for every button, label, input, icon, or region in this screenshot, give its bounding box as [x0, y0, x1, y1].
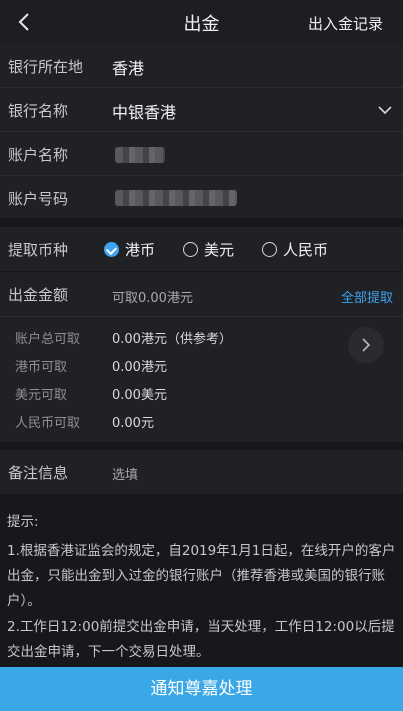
available-detail-button[interactable] — [348, 327, 384, 363]
tips-title: 提示: — [7, 514, 39, 530]
account-name-row: 账户名称 — [0, 132, 403, 176]
bank-name-label: 银行名称 — [8, 102, 69, 120]
radio-unchecked-icon — [262, 241, 277, 257]
bank-info-section: 银行所在地 香港 银行名称 中银香港 账户名称 账户号码 — [0, 44, 403, 218]
bank-location-label: 银行所在地 — [8, 58, 84, 76]
available-hkd-value: 0.00港元 — [112, 360, 167, 375]
bank-name-row[interactable]: 银行名称 中银香港 — [0, 88, 403, 132]
amount-label: 出金金额 — [8, 286, 69, 304]
remarks-label: 备注信息 — [8, 464, 69, 482]
tips-line-1: 1.根据香港证监会的规定，自2019年1月1日起，在线开户的客户出金，只能出金到… — [7, 543, 396, 609]
account-number-row: 账户号码 — [0, 176, 403, 220]
currency-option-label: 港币 — [125, 240, 156, 259]
currency-label: 提取币种 — [8, 241, 69, 259]
available-usd-value: 0.00美元 — [112, 388, 167, 403]
amount-input[interactable]: 可取0.00港元 — [112, 287, 193, 306]
currency-section: 提取币种 港币 美元 人民币 — [0, 227, 403, 271]
currency-option-label: 人民币 — [283, 240, 329, 259]
currency-option-label: 美元 — [204, 240, 235, 259]
bank-location-row[interactable]: 银行所在地 香港 — [0, 44, 403, 88]
radio-unchecked-icon — [183, 241, 198, 257]
available-cny-value: 0.00元 — [112, 416, 154, 431]
remarks-input[interactable]: 选填 — [112, 464, 138, 483]
available-total-value: 0.00港元（供参考） — [112, 332, 232, 347]
withdraw-all-button[interactable]: 全部提取 — [341, 287, 393, 306]
records-link[interactable]: 出入金记录 — [308, 13, 383, 34]
remarks-section: 备注信息 选填 — [0, 450, 403, 494]
available-cny-label: 人民币可取 — [15, 416, 81, 431]
amount-section: 出金金额 可取0.00港元 全部提取 — [0, 272, 403, 316]
account-name-redacted — [115, 147, 165, 163]
currency-option-cny[interactable]: 人民币 — [262, 239, 328, 259]
bank-location-value: 香港 — [112, 59, 145, 78]
radio-checked-icon — [104, 241, 119, 257]
available-hkd-label: 港币可取 — [15, 360, 68, 375]
available-usd-label: 美元可取 — [15, 388, 68, 403]
nav-bar: 出金 出入金记录 — [0, 0, 403, 44]
account-name-label: 账户名称 — [8, 146, 69, 164]
available-section: 账户总可取 0.00港元（供参考） 港币可取 0.00港元 美元可取 0.00美… — [0, 317, 403, 442]
submit-button[interactable]: 通知尊嘉处理 — [0, 667, 403, 711]
bank-name-value: 中银香港 — [112, 103, 177, 122]
account-number-redacted — [115, 190, 237, 206]
account-number-label: 账户号码 — [8, 190, 69, 208]
currency-option-usd[interactable]: 美元 — [183, 239, 234, 259]
available-total-label: 账户总可取 — [15, 332, 81, 347]
currency-option-hkd[interactable]: 港币 — [104, 239, 155, 259]
chevron-down-icon[interactable] — [377, 102, 393, 118]
tips-line-2: 2.工作日12:00前提交出金申请，当天处理，工作日12:00以后提交出金申请，… — [7, 619, 395, 660]
chevron-right-icon — [362, 338, 371, 352]
